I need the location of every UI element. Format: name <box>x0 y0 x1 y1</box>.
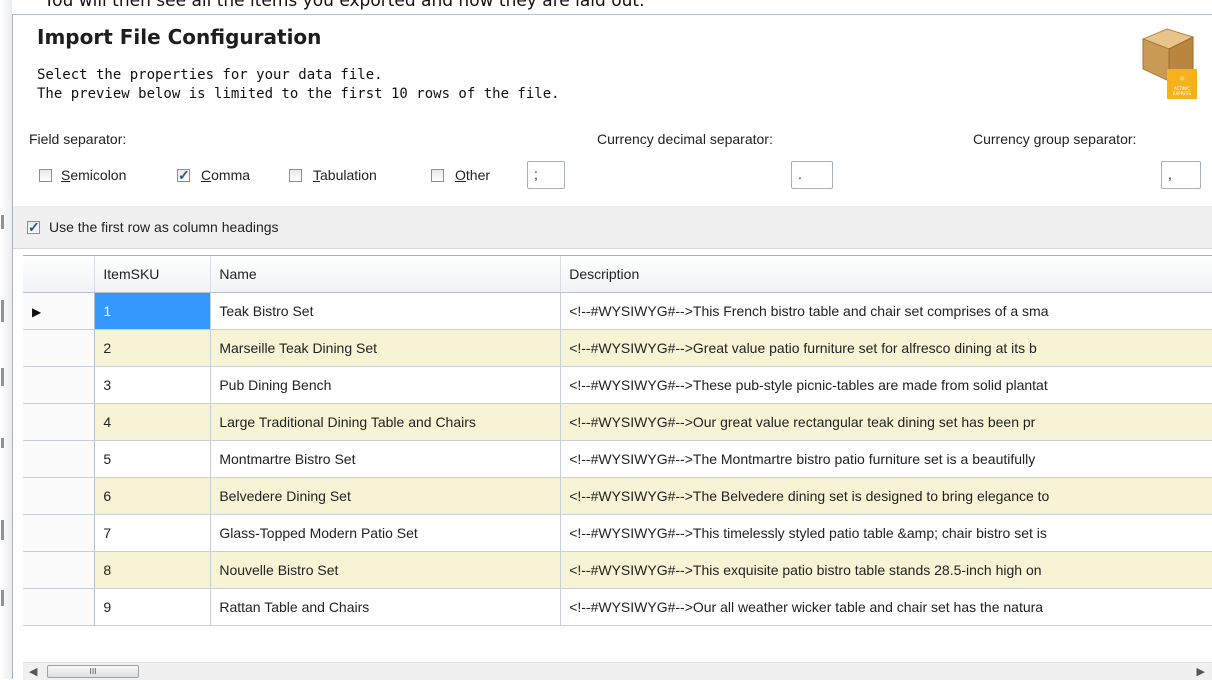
scroll-left-icon[interactable]: ◀ <box>29 665 37 678</box>
table-cell-name[interactable]: Rattan Table and Chairs <box>210 588 562 626</box>
import-file-configuration-dialog: Import File Configuration Select the pro… <box>12 14 1212 680</box>
comma-checkbox[interactable]: ✓ <box>177 167 190 183</box>
table-cell-description[interactable]: <!--#WYSIWYG#-->This timelessly styled p… <box>560 514 1212 552</box>
table-cell-itemsku[interactable]: 6 <box>94 477 212 515</box>
table-cell-name[interactable]: Pub Dining Bench <box>210 366 562 404</box>
table-cell-itemsku[interactable]: 7 <box>94 514 212 552</box>
top-caption: You will then see all the items you expo… <box>44 0 645 11</box>
first-row-headings-checkbox[interactable]: ✓ <box>27 219 40 235</box>
table-row[interactable]: 7 Glass-Topped Modern Patio Set <!--#WYS… <box>23 514 1212 552</box>
logo-text-line2: EXPRESS <box>1173 91 1192 96</box>
table-cell-name[interactable]: Belvedere Dining Set <box>210 477 562 515</box>
table-cell-description[interactable]: <!--#WYSIWYG#-->This French bistro table… <box>560 292 1212 330</box>
currency-decimal-label: Currency decimal separator: <box>597 131 773 147</box>
row-header[interactable] <box>23 366 96 404</box>
table-row[interactable]: 2 Marseille Teak Dining Set <!--#WYSIWYG… <box>23 329 1212 367</box>
row-header[interactable]: ▶ <box>23 292 96 330</box>
table-cell-itemsku[interactable]: 8 <box>94 551 212 589</box>
dialog-subtitle-line2: The preview below is limited to the firs… <box>37 86 560 102</box>
row-header[interactable] <box>23 403 96 441</box>
row-header[interactable] <box>23 551 96 589</box>
column-header-itemsku[interactable]: ItemSKU <box>94 256 212 293</box>
comma-label[interactable]: Comma <box>201 167 250 183</box>
scroll-right-icon[interactable]: ▶ <box>1197 665 1205 678</box>
table-cell-description[interactable]: <!--#WYSIWYG#-->This exquisite patio bis… <box>560 551 1212 589</box>
dialog-header: Import File Configuration Select the pro… <box>13 14 1212 120</box>
horizontal-scrollbar[interactable]: ◀ III ▶ <box>23 662 1212 680</box>
row-header[interactable] <box>23 588 96 626</box>
table-cell-name[interactable]: Nouvelle Bistro Set <box>210 551 562 589</box>
column-header-name[interactable]: Name <box>210 256 562 293</box>
window-edge-strip <box>0 0 12 679</box>
table-cell-description[interactable]: <!--#WYSIWYG#-->The Montmartre bistro pa… <box>560 440 1212 478</box>
other-checkbox[interactable] <box>431 169 444 182</box>
currency-group-input[interactable]: , <box>1161 161 1201 189</box>
table-row[interactable]: 5 Montmartre Bistro Set <!--#WYSIWYG#-->… <box>23 440 1212 478</box>
table-row[interactable]: 4 Large Traditional Dining Table and Cha… <box>23 403 1212 441</box>
table-cell-itemsku[interactable]: 5 <box>94 440 212 478</box>
table-row[interactable]: 6 Belvedere Dining Set <!--#WYSIWYG#-->T… <box>23 477 1212 515</box>
grid-header-row: ItemSKU Name Description <box>23 256 1212 293</box>
table-row[interactable]: 9 Rattan Table and Chairs <!--#WYSIWYG#-… <box>23 588 1212 626</box>
table-cell-description[interactable]: <!--#WYSIWYG#-->Great value patio furnit… <box>560 329 1212 367</box>
row-header[interactable] <box>23 514 96 552</box>
table-cell-itemsku[interactable]: 9 <box>94 588 212 626</box>
preview-grid: ItemSKU Name Description ▶ 1 Teak Bistro… <box>23 255 1212 663</box>
table-cell-description[interactable]: <!--#WYSIWYG#-->These pub-style picnic-t… <box>560 366 1212 404</box>
row-header[interactable] <box>23 477 96 515</box>
table-cell-itemsku[interactable]: 3 <box>94 366 212 404</box>
table-cell-name[interactable]: Marseille Teak Dining Set <box>210 329 562 367</box>
table-cell-itemsku[interactable]: 2 <box>94 329 212 367</box>
scrollbar-thumb[interactable]: III <box>47 665 139 678</box>
other-label[interactable]: Other <box>455 167 490 183</box>
other-separator-input[interactable]: ; <box>527 161 565 189</box>
currency-decimal-input[interactable]: . <box>791 161 833 189</box>
current-row-icon: ▶ <box>32 305 42 319</box>
row-header-corner <box>23 256 96 293</box>
actinic-express-box-icon: ☼ ACTINIC EXPRESS <box>1141 28 1197 99</box>
preview-table: ItemSKU Name Description ▶ 1 Teak Bistro… <box>23 256 1212 626</box>
row-header[interactable] <box>23 440 96 478</box>
table-cell-name[interactable]: Montmartre Bistro Set <box>210 440 562 478</box>
table-cell-name[interactable]: Teak Bistro Set <box>210 292 562 330</box>
tabulation-checkbox[interactable] <box>289 169 302 182</box>
tabulation-label[interactable]: Tabulation <box>313 167 377 183</box>
table-cell-itemsku[interactable]: 4 <box>94 403 212 441</box>
dialog-title: Import File Configuration <box>37 25 322 49</box>
table-cell-description[interactable]: <!--#WYSIWYG#-->The Belvedere dining set… <box>560 477 1212 515</box>
check-icon: ✓ <box>28 219 40 235</box>
table-row[interactable]: 8 Nouvelle Bistro Set <!--#WYSIWYG#-->Th… <box>23 551 1212 589</box>
separator-settings: Field separator: Semicolon ✓ Comma Tabul… <box>13 118 1212 206</box>
table-row[interactable]: ▶ 1 Teak Bistro Set <!--#WYSIWYG#-->This… <box>23 292 1212 330</box>
field-separator-label: Field separator: <box>29 131 127 147</box>
currency-group-label: Currency group separator: <box>973 131 1137 147</box>
table-row[interactable]: 3 Pub Dining Bench <!--#WYSIWYG#-->These… <box>23 366 1212 404</box>
table-cell-itemsku[interactable]: 1 <box>94 292 212 330</box>
check-icon: ✓ <box>178 167 190 183</box>
headings-option-band: ✓ Use the first row as column headings <box>13 206 1212 249</box>
table-cell-name[interactable]: Large Traditional Dining Table and Chair… <box>210 403 562 441</box>
semicolon-label[interactable]: Semicolon <box>61 167 126 183</box>
svg-text:☼: ☼ <box>1179 75 1185 83</box>
column-header-description[interactable]: Description <box>560 256 1212 293</box>
dialog-subtitle-line1: Select the properties for your data file… <box>37 67 383 83</box>
table-cell-name[interactable]: Glass-Topped Modern Patio Set <box>210 514 562 552</box>
table-cell-description[interactable]: <!--#WYSIWYG#-->Our all weather wicker t… <box>560 588 1212 626</box>
row-header[interactable] <box>23 329 96 367</box>
first-row-headings-label[interactable]: Use the first row as column headings <box>49 219 279 235</box>
table-cell-description[interactable]: <!--#WYSIWYG#-->Our great value rectangu… <box>560 403 1212 441</box>
semicolon-checkbox[interactable] <box>39 169 52 182</box>
